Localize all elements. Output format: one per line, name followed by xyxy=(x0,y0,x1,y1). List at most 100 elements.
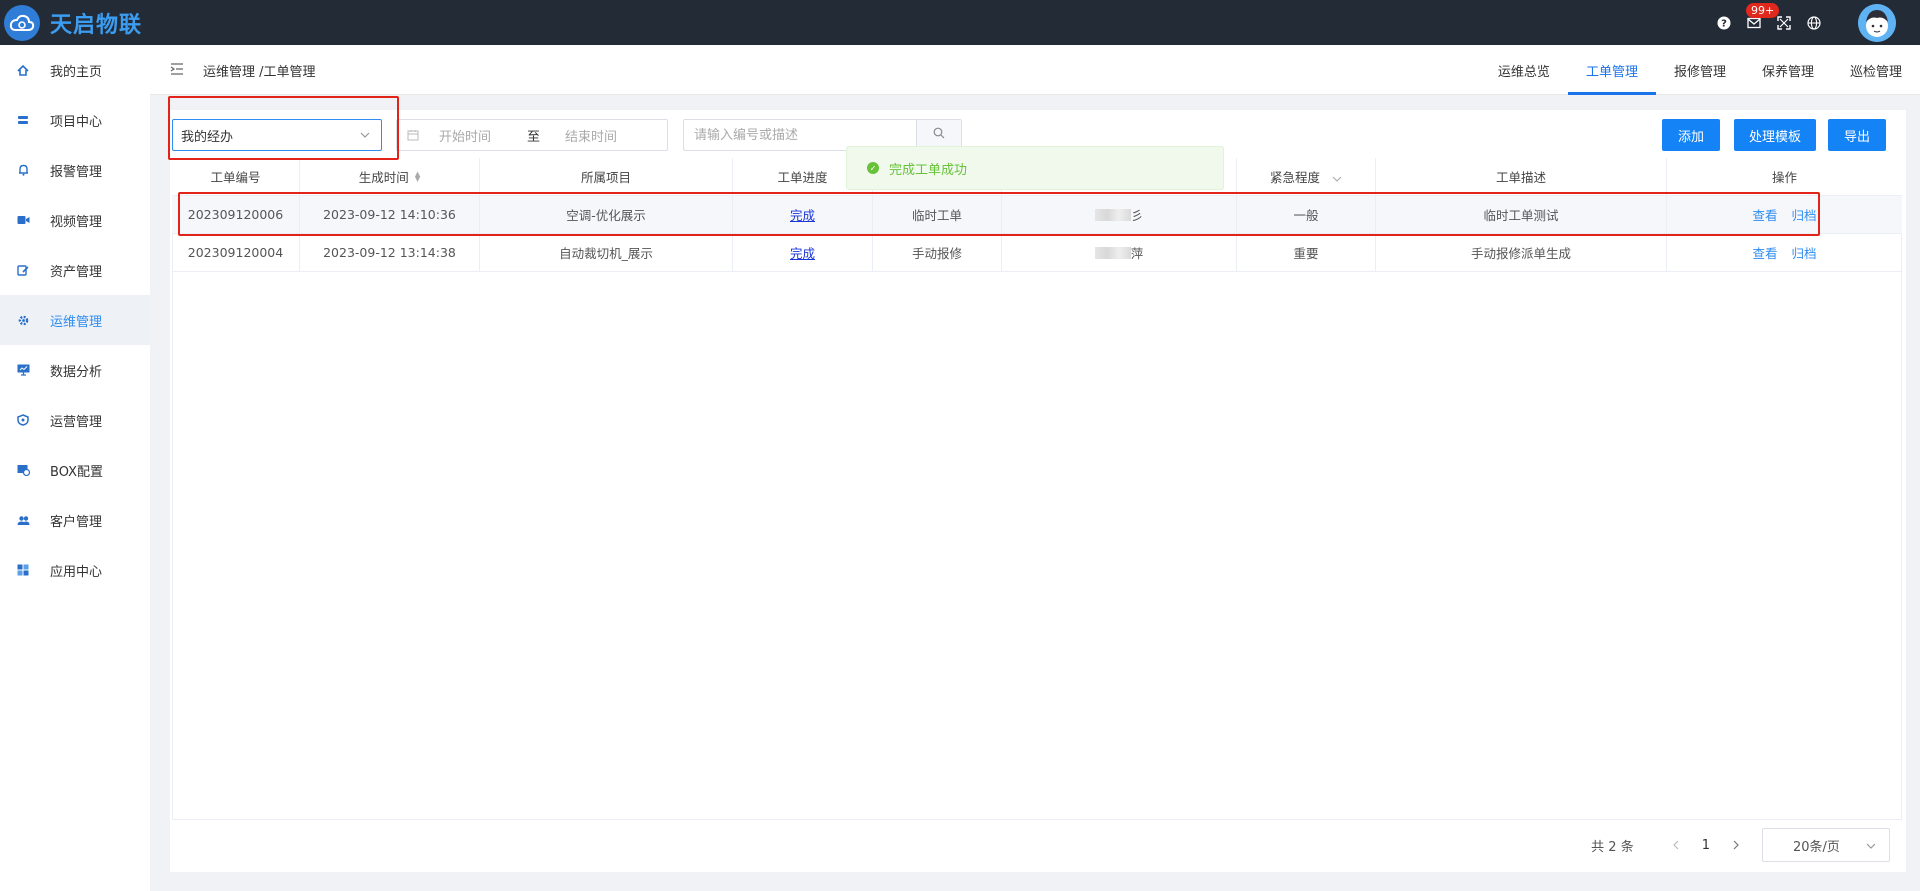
language-globe-icon[interactable] xyxy=(1804,13,1824,33)
sidebar-item-video[interactable]: 视频管理 xyxy=(0,195,150,245)
cell-project: 空调-优化展示 xyxy=(480,196,733,233)
handler-suffix: 萍 xyxy=(1130,246,1144,261)
video-icon xyxy=(16,213,30,227)
cell-type: 手动报修 xyxy=(873,234,1002,271)
sidebar-item-label: 视频管理 xyxy=(50,214,103,230)
svg-text:?: ? xyxy=(1721,18,1727,29)
cell-created-time: 2023-09-12 14:10:36 xyxy=(300,196,480,233)
asset-icon xyxy=(16,263,30,277)
col-label: 紧急程度 xyxy=(1269,170,1320,185)
sidebar-item-label: 运营管理 xyxy=(50,414,103,430)
sidebar-item-customers[interactable]: 客户管理 xyxy=(0,495,150,545)
sidebar-item-label: 应用中心 xyxy=(50,564,103,580)
sidebar-item-label: BOX配置 xyxy=(50,464,103,480)
sidebar-item-apps[interactable]: 应用中心 xyxy=(0,545,150,595)
export-button[interactable]: 导出 xyxy=(1828,119,1886,151)
archive-link[interactable]: 归档 xyxy=(1792,243,1817,262)
sidebar-item-label: 客户管理 xyxy=(50,514,103,530)
sidebar-item-projects[interactable]: 项目中心 xyxy=(0,95,150,145)
fullscreen-icon[interactable] xyxy=(1774,13,1794,33)
breadcrumb: 运维管理 /工单管理 xyxy=(203,65,316,80)
col-order-id: 工单编号 xyxy=(172,158,300,195)
check-circle-icon: ✓ xyxy=(867,162,879,174)
current-page[interactable]: 1 xyxy=(1702,838,1710,853)
handler-suffix: 彡 xyxy=(1130,208,1144,223)
cell-progress: 完成 xyxy=(733,234,873,271)
view-link[interactable]: 查看 xyxy=(1752,205,1777,224)
sidebar-item-label: 报警管理 xyxy=(50,164,103,180)
sidebar-item-ops[interactable]: 运维管理 xyxy=(0,295,150,345)
prev-page-icon[interactable] xyxy=(1668,837,1684,853)
tab-inspection[interactable]: 巡检管理 xyxy=(1832,45,1920,95)
chevron-down-icon[interactable] xyxy=(1332,172,1342,182)
mail-icon[interactable]: 99+ xyxy=(1744,2,1780,33)
cell-created-time: 2023-09-12 13:14:38 xyxy=(300,234,480,271)
sidebar-item-label: 数据分析 xyxy=(50,364,103,380)
sidebar-item-operations[interactable]: 运营管理 xyxy=(0,395,150,445)
select-value: 我的经办 xyxy=(181,129,234,145)
calendar-icon xyxy=(407,129,419,141)
next-page-icon[interactable] xyxy=(1728,837,1744,853)
tab-ops-overview[interactable]: 运维总览 xyxy=(1480,45,1568,95)
gear-icon xyxy=(16,313,30,327)
progress-link[interactable]: 完成 xyxy=(790,243,815,262)
sidebar-item-assets[interactable]: 资产管理 xyxy=(0,245,150,295)
module-tabs: 运维总览 工单管理 报修管理 保养管理 巡检管理 xyxy=(1480,45,1920,95)
brand-name: 天启物联 xyxy=(50,12,143,38)
page-size-select[interactable]: 20条/页 xyxy=(1762,828,1890,862)
sort-icon[interactable]: ▲ ▼ xyxy=(415,170,420,182)
sidebar-item-box-config[interactable]: BOX配置 xyxy=(0,445,150,495)
page-size-value: 20条/页 xyxy=(1793,839,1840,855)
top-bar: 天启物联 ? 99+ xyxy=(0,0,1920,45)
home-icon xyxy=(16,63,30,77)
date-range-picker[interactable]: 开始时间 至 结束时间 xyxy=(396,119,668,151)
col-actions: 操作 xyxy=(1771,170,1797,185)
cell-project: 自动裁切机_展示 xyxy=(480,234,733,271)
work-order-panel: 我的经办 开始时间 至 结束时间 添加 处理模板 导出 工单编号 生成时间 ▲▼… xyxy=(170,110,1906,872)
archive-link[interactable]: 归档 xyxy=(1792,205,1817,224)
tab-maintenance[interactable]: 保养管理 xyxy=(1744,45,1832,95)
view-link[interactable]: 查看 xyxy=(1752,243,1777,262)
cell-urgency: 重要 xyxy=(1237,234,1376,271)
table-row[interactable]: 202309120006 2023-09-12 14:10:36 空调-优化展示… xyxy=(172,196,1902,234)
blurred-name xyxy=(1094,246,1131,259)
toast-message: 完成工单成功 xyxy=(889,162,968,178)
col-project: 所属项目 xyxy=(480,158,733,195)
col-urgency[interactable]: 紧急程度 xyxy=(1237,158,1376,195)
help-icon[interactable]: ? xyxy=(1714,13,1734,33)
col-created-time[interactable]: 生成时间 ▲ ▼ xyxy=(300,158,480,195)
end-date-input[interactable]: 结束时间 xyxy=(565,126,617,145)
table-row[interactable]: 202309120004 2023-09-12 13:14:38 自动裁切机_展… xyxy=(172,234,1902,272)
search-input[interactable] xyxy=(694,127,916,143)
total-count: 共 2 条 xyxy=(1591,839,1634,855)
sidebar-item-label: 我的主页 xyxy=(50,64,103,80)
tab-repairs[interactable]: 报修管理 xyxy=(1656,45,1744,95)
cell-handler: 彡 xyxy=(1002,196,1237,233)
start-date-input[interactable]: 开始时间 xyxy=(439,126,509,145)
cell-description: 手动报修派单生成 xyxy=(1376,234,1667,271)
menu-fold-icon[interactable] xyxy=(170,62,184,76)
col-label: 生成时间 xyxy=(358,170,409,185)
sidebar-item-alarms[interactable]: 报警管理 xyxy=(0,145,150,195)
range-separator: 至 xyxy=(527,129,541,145)
shield-icon xyxy=(16,413,30,427)
process-template-button[interactable]: 处理模板 xyxy=(1734,119,1816,151)
pagination: 共 2 条 1 20条/页 xyxy=(1591,828,1890,862)
add-button[interactable]: 添加 xyxy=(1662,119,1720,151)
progress-link[interactable]: 完成 xyxy=(790,205,815,224)
apps-icon xyxy=(16,563,30,577)
user-avatar[interactable] xyxy=(1858,3,1896,42)
chevron-down-icon xyxy=(1865,840,1877,852)
sidebar-item-label: 资产管理 xyxy=(50,264,103,280)
cell-handler: 萍 xyxy=(1002,234,1237,271)
cell-actions: 查看 归档 xyxy=(1667,234,1902,271)
blurred-name xyxy=(1094,208,1131,221)
sidebar-item-label: 运维管理 xyxy=(50,314,103,330)
tab-work-orders[interactable]: 工单管理 xyxy=(1567,45,1656,95)
handler-filter-select[interactable]: 我的经办 xyxy=(172,119,382,151)
brand-logo[interactable]: 天启物联 xyxy=(4,0,142,45)
sidebar-item-analytics[interactable]: 数据分析 xyxy=(0,345,150,395)
cell-order-id: 202309120006 xyxy=(172,196,300,233)
sidebar-item-home[interactable]: 我的主页 xyxy=(0,45,150,95)
sidebar-item-label: 项目中心 xyxy=(50,114,103,130)
